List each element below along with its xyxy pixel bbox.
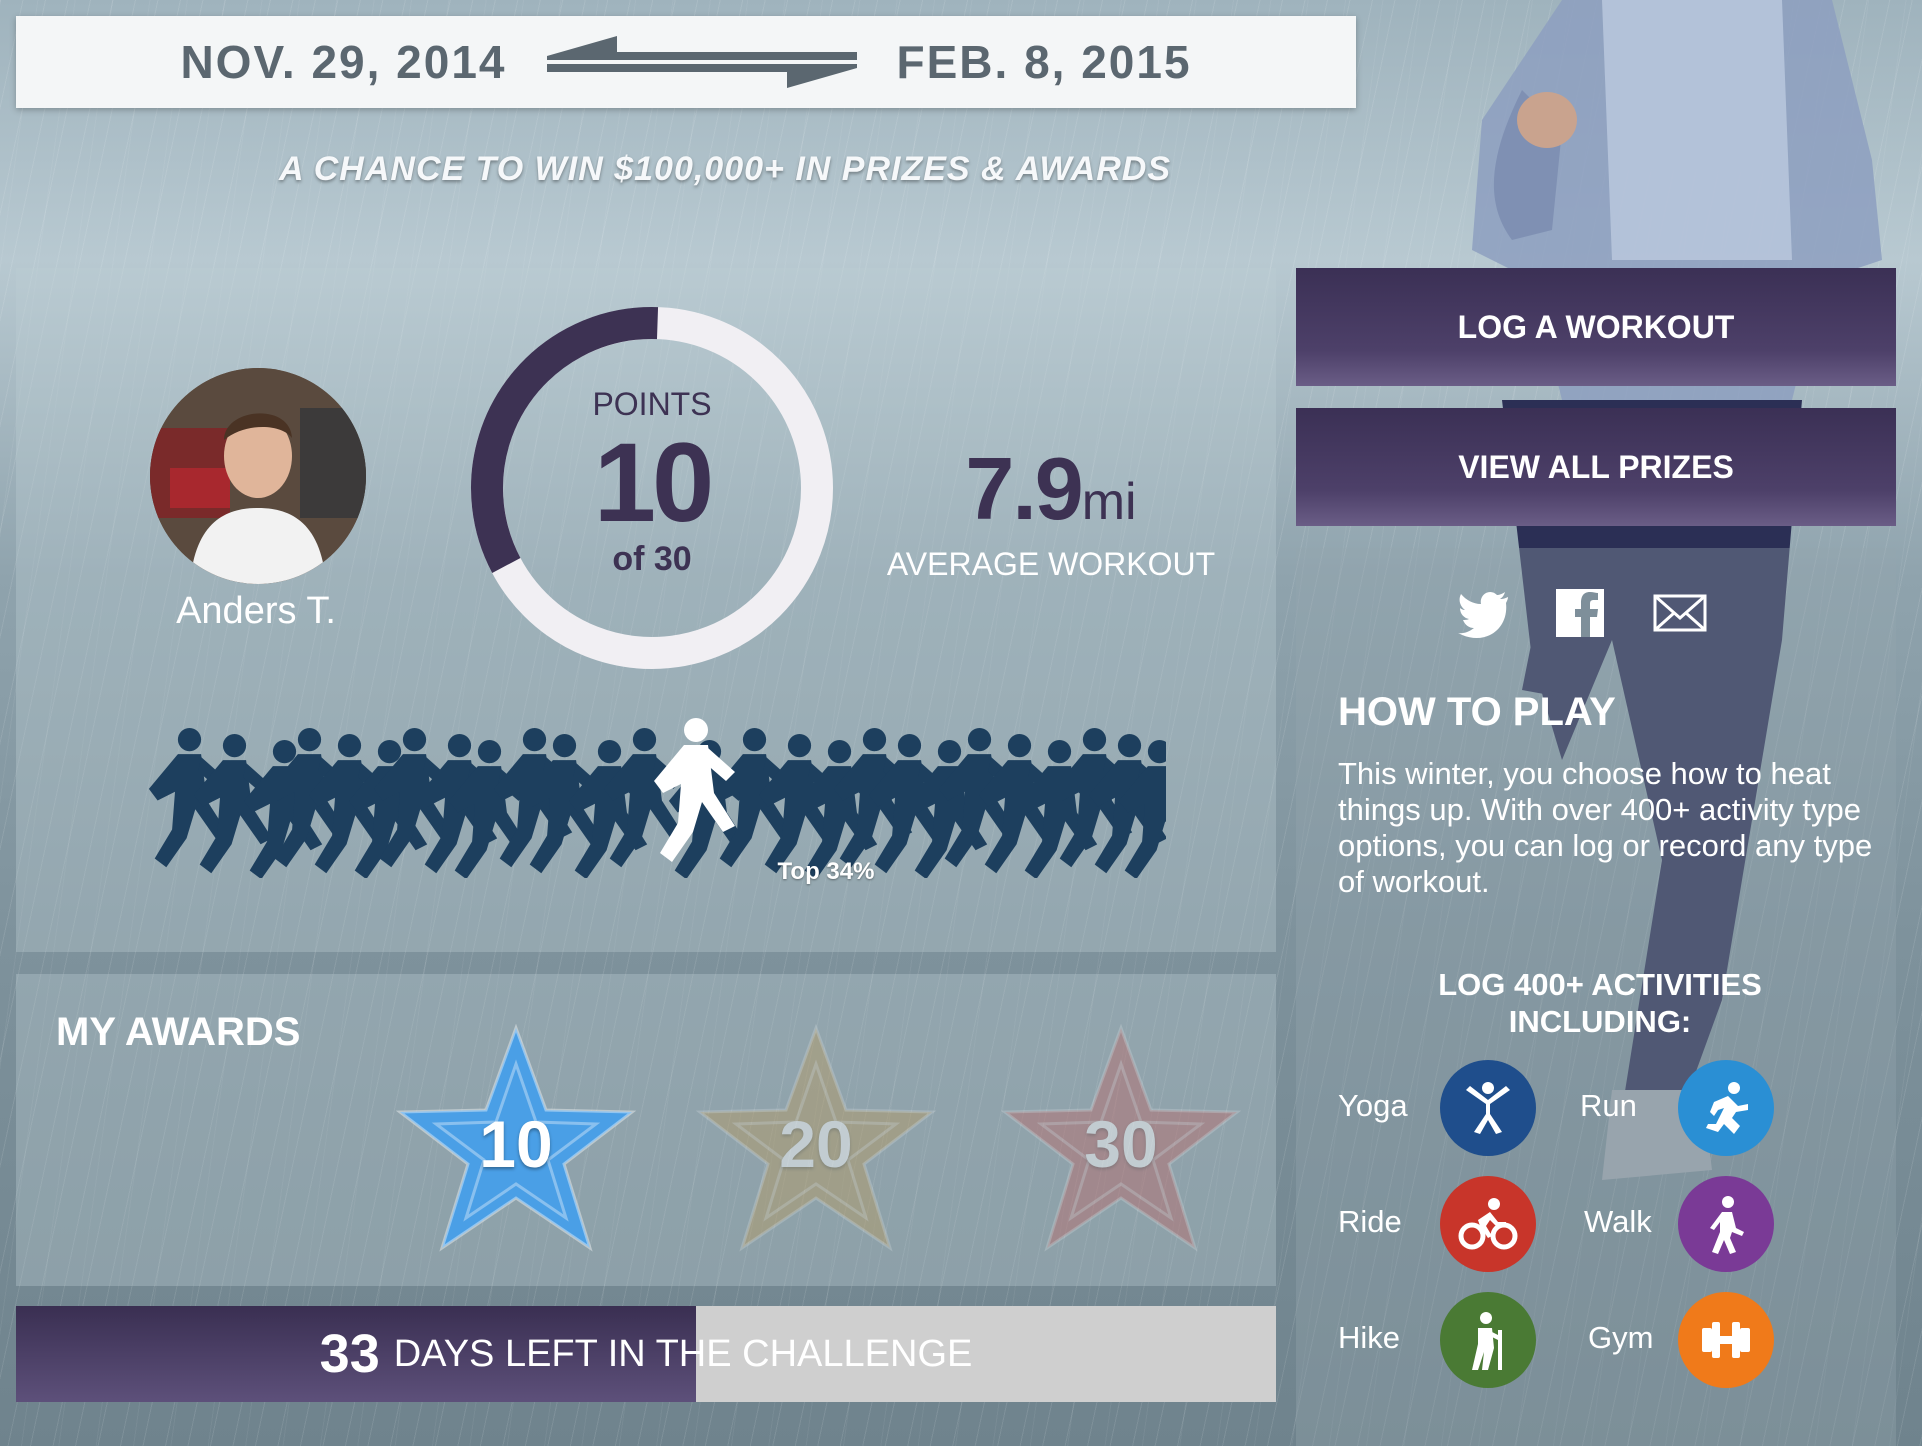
- awards-panel: MY AWARDS 10 20 30: [16, 974, 1276, 1286]
- start-date: NOV. 29, 2014: [180, 36, 507, 88]
- avatar-photo: [150, 368, 366, 584]
- activity-label-run: Run: [1580, 1088, 1637, 1123]
- award-star-value: 10: [479, 1107, 553, 1181]
- hike-icon[interactable]: [1440, 1292, 1536, 1388]
- activity-label-ride: Ride: [1338, 1204, 1402, 1239]
- days-left-label: DAYS LEFT IN THE CHALLENGE: [393, 1332, 973, 1375]
- view-all-prizes-button[interactable]: VIEW ALL PRIZES: [1296, 408, 1896, 526]
- log-workout-button[interactable]: LOG A WORKOUT: [1296, 268, 1896, 386]
- bike-icon[interactable]: [1440, 1176, 1536, 1272]
- runner-crowd-graphic: [148, 718, 1166, 878]
- countdown-bar: 33 DAYS LEFT IN THE CHALLENGE: [16, 1306, 1276, 1402]
- social-share-bar: [1456, 585, 1712, 641]
- average-workout-number: 7.9: [965, 439, 1083, 538]
- user-name: Anders T.: [176, 590, 336, 632]
- end-date: FEB. 8, 2015: [896, 36, 1192, 88]
- award-star-20: 20: [695, 1023, 937, 1254]
- activity-label-gym: Gym: [1588, 1320, 1654, 1355]
- countdown-text: 33 DAYS LEFT IN THE CHALLENGE: [16, 1306, 1276, 1402]
- double-arrow-icon: [546, 36, 857, 88]
- days-left-count: 33: [319, 1324, 380, 1384]
- date-range-banner: NOV. 29, 2014 FEB. 8, 2015: [16, 16, 1356, 108]
- prize-tagline: A CHANCE TO WIN $100,000+ IN PRIZES & AW…: [279, 150, 1171, 188]
- award-star-10: 10: [395, 1023, 637, 1254]
- rank-label: Top 34%: [777, 858, 875, 885]
- activity-label-hike: Hike: [1338, 1320, 1401, 1355]
- yoga-icon[interactable]: [1440, 1060, 1536, 1156]
- walk-icon[interactable]: [1678, 1176, 1774, 1272]
- award-star-30: 30: [1000, 1023, 1242, 1254]
- email-icon[interactable]: [1648, 585, 1712, 641]
- average-workout-value: 7.9mi: [886, 438, 1216, 540]
- how-to-play-text: This winter, you choose how to heat thin…: [1338, 756, 1873, 899]
- how-to-play-title: HOW TO PLAY: [1338, 690, 1616, 734]
- dumbbell-icon[interactable]: [1678, 1292, 1774, 1388]
- stats-panel: Anders T. POINTS 10 of 30 7.9mi AVERAGE …: [16, 268, 1276, 952]
- avatar: [150, 368, 366, 584]
- facebook-icon[interactable]: [1552, 585, 1608, 641]
- twitter-icon[interactable]: [1456, 585, 1512, 641]
- points-total: of 30: [612, 540, 692, 578]
- run-icon[interactable]: [1678, 1060, 1774, 1156]
- activity-label-walk: Walk: [1584, 1204, 1652, 1239]
- activity-label-yoga: Yoga: [1338, 1088, 1408, 1123]
- average-workout-label: AVERAGE WORKOUT: [886, 546, 1216, 582]
- award-star-value: 20: [779, 1107, 853, 1181]
- activities-title: LOG 400+ ACTIVITIES INCLUDING:: [1438, 967, 1762, 1039]
- award-star-value: 30: [1084, 1107, 1158, 1181]
- average-workout-unit: mi: [1081, 473, 1137, 531]
- awards-title: MY AWARDS: [56, 1010, 301, 1054]
- points-value: 10: [593, 420, 715, 545]
